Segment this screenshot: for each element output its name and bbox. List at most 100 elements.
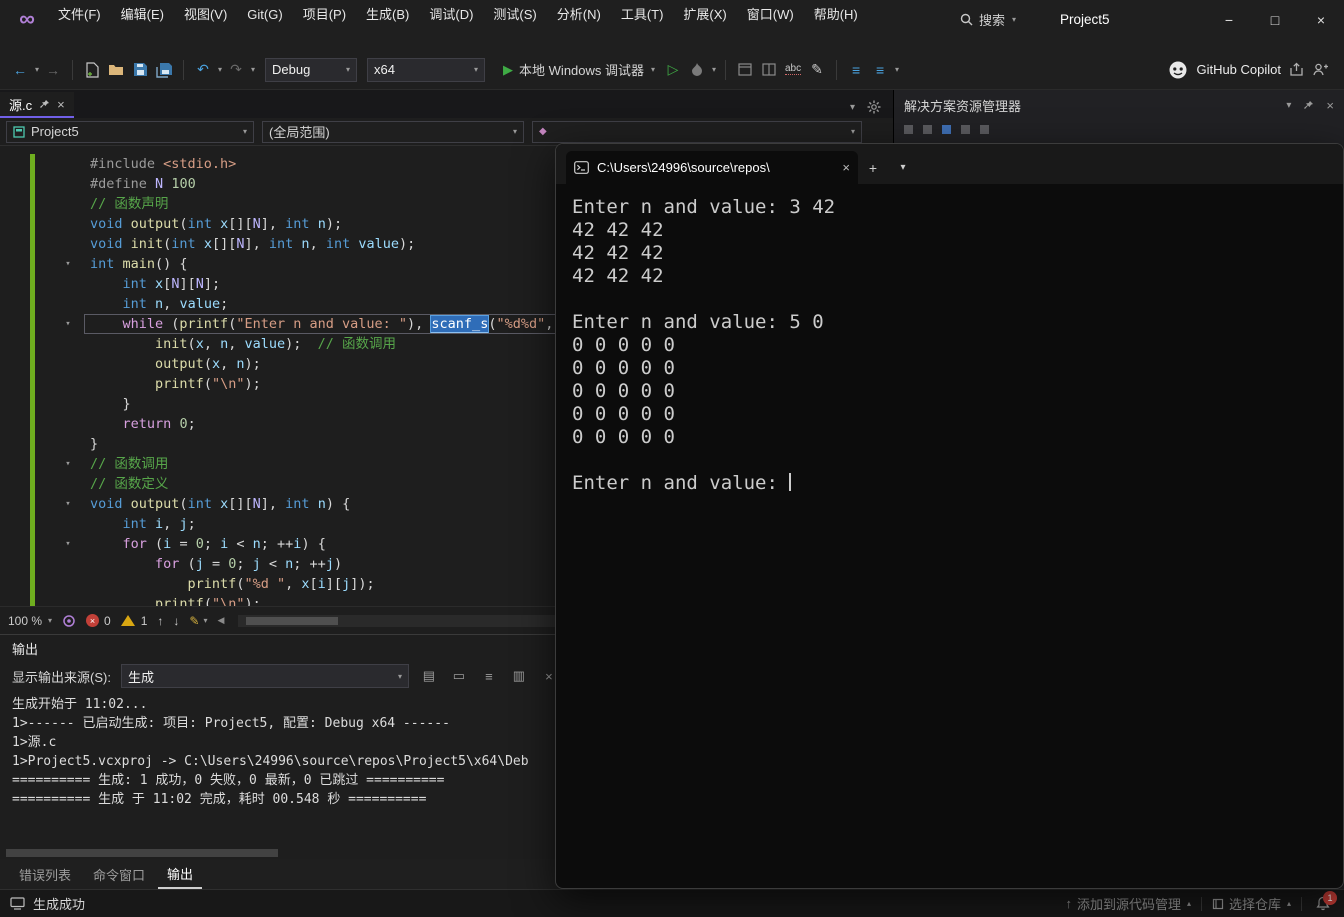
zoom-dropdown[interactable]: 100 % ▾ [8, 614, 52, 628]
minimize-button[interactable]: − [1206, 0, 1252, 40]
chevron-down-icon[interactable]: ▾ [35, 65, 39, 74]
decrease-indent-button[interactable]: ≡ [846, 58, 866, 82]
menu-item-6[interactable]: 生成(B) [356, 2, 419, 27]
explorer-toolbar-icon[interactable] [904, 124, 913, 134]
status-bar-right: ↑ 添加到源代码管理 ▴ 选择仓库 ▴ 1 [1065, 890, 1337, 915]
gear-icon[interactable] [867, 100, 881, 114]
prev-issue-button[interactable]: ↑ [157, 614, 163, 628]
hot-reload-button[interactable] [687, 58, 707, 82]
code-cleanup-button[interactable]: ✎ ▾ [189, 614, 207, 628]
new-tab-button[interactable]: + [858, 151, 888, 184]
select-repository-button[interactable]: 选择仓库 ▴ [1212, 894, 1291, 913]
console-tab[interactable]: C:\Users\24996\source\repos\ × [566, 151, 858, 184]
close-button[interactable]: × [1298, 0, 1344, 40]
columns-button[interactable] [759, 58, 779, 82]
fold-chevron-icon[interactable]: ▾ [60, 454, 76, 474]
solution-configuration-dropdown[interactable]: Debug ▾ [265, 57, 358, 82]
chevron-down-icon[interactable]: ▾ [895, 65, 899, 74]
hot-reload-flame-icon [692, 63, 703, 76]
fold-chevron-icon[interactable]: ▾ [60, 494, 76, 514]
chevron-down-icon[interactable]: ▾ [218, 65, 222, 74]
copilot-label[interactable]: GitHub Copilot [1196, 62, 1281, 77]
explorer-toolbar-icon[interactable] [980, 124, 989, 134]
panel-tab-输出[interactable]: 输出 [158, 860, 203, 889]
explorer-toolbar-icon[interactable] [923, 124, 932, 134]
scrollbar-thumb[interactable] [246, 616, 339, 625]
menu-item-10[interactable]: 工具(T) [611, 2, 674, 27]
panel-tab-错误列表[interactable]: 错误列表 [10, 861, 80, 888]
columns-icon [762, 63, 776, 76]
watch-window-button[interactable] [735, 58, 755, 82]
add-user-icon[interactable] [1312, 62, 1328, 77]
next-issue-button[interactable]: ↓ [173, 614, 179, 628]
explorer-toolbar-icon[interactable] [942, 124, 951, 134]
close-tab-icon[interactable]: × [57, 97, 65, 112]
menu-item-11[interactable]: 扩展(X) [673, 2, 736, 27]
navigate-forward-button[interactable]: → [43, 58, 63, 82]
debug-console-window[interactable]: C:\Users\24996\source\repos\ × + ▾ Enter… [555, 143, 1344, 889]
menu-item-3[interactable]: 视图(V) [174, 2, 237, 27]
menu-item-8[interactable]: 测试(S) [483, 2, 546, 27]
tab-list-chevron-icon[interactable]: ▾ [850, 102, 855, 113]
increase-indent-button[interactable]: ≡ [870, 58, 890, 82]
format-document-button[interactable]: ✎ [807, 58, 827, 82]
clear-output-icon[interactable]: ▭ [449, 668, 469, 684]
navigate-back-button[interactable]: ← [10, 58, 30, 82]
panel-tab-命令窗口[interactable]: 命令窗口 [84, 861, 154, 888]
menu-item-12[interactable]: 窗口(W) [737, 2, 804, 27]
code-token: 0 [179, 416, 188, 432]
menu-item-13[interactable]: 帮助(H) [804, 2, 868, 27]
menu-item-5[interactable]: 项目(P) [293, 2, 356, 27]
warning-indicator[interactable]: 1 [120, 614, 147, 628]
notifications-button[interactable]: 1 [1312, 890, 1337, 915]
fold-chevron-icon[interactable]: ▾ [60, 534, 76, 554]
start-debugging-button[interactable]: ▶ 本地 Windows 调试器 ▾ [499, 57, 659, 83]
open-folder-button[interactable] [106, 58, 126, 82]
menu-item-2[interactable]: 编辑(E) [111, 2, 174, 27]
word-wrap-icon[interactable]: ≡ [479, 669, 499, 684]
search-control[interactable]: 搜索 ▾ [952, 8, 1024, 31]
start-without-debugging-button[interactable]: ▷ [663, 58, 683, 82]
tab-dropdown-button[interactable]: ▾ [888, 151, 918, 184]
share-icon[interactable] [1289, 62, 1304, 77]
save-button[interactable] [130, 58, 150, 82]
scrollbar-thumb[interactable] [6, 849, 278, 857]
intellisense-status-icon[interactable] [62, 614, 76, 628]
chevron-down-icon[interactable]: ▾ [712, 65, 716, 74]
select-repository-label: 选择仓库 [1228, 897, 1281, 912]
console-title-bar[interactable]: C:\Users\24996\source\repos\ × + ▾ [556, 144, 1343, 184]
fold-chevron-icon[interactable]: ▾ [60, 314, 76, 334]
solution-platform-dropdown[interactable]: x64 ▾ [367, 57, 486, 82]
github-copilot-icon[interactable] [1168, 60, 1188, 80]
member-dropdown[interactable]: ◆ ▾ [532, 120, 862, 143]
add-to-source-control-button[interactable]: ↑ 添加到源代码管理 ▴ [1065, 894, 1191, 913]
chevron-down-icon[interactable]: ▾ [251, 65, 255, 74]
console-tab-close-icon[interactable]: × [842, 160, 850, 175]
menu-item-7[interactable]: 调试(D) [419, 2, 483, 27]
pin-icon[interactable] [39, 99, 50, 110]
maximize-button[interactable]: □ [1252, 0, 1298, 40]
scope-dropdown[interactable]: (全局范围) ▾ [262, 120, 524, 143]
fold-chevron-icon[interactable]: ▾ [60, 254, 76, 274]
scroll-left-icon[interactable]: ◀ [218, 615, 225, 626]
redo-button[interactable]: ↷ [226, 58, 246, 82]
menu-item-9[interactable]: 分析(N) [547, 2, 611, 27]
output-source-dropdown[interactable]: 生成 ▾ [120, 664, 409, 688]
pin-icon[interactable] [1303, 100, 1314, 111]
find-message-icon[interactable]: ▤ [419, 668, 439, 684]
save-all-button[interactable] [154, 58, 174, 82]
chevron-down-icon[interactable]: ▾ [1286, 100, 1291, 111]
spell-check-button[interactable]: abc [783, 58, 803, 82]
menu-item-4[interactable]: Git(G) [237, 2, 292, 27]
close-icon[interactable]: × [1326, 98, 1334, 113]
project-dropdown[interactable]: Project5 ▾ [6, 120, 254, 143]
console-output[interactable]: Enter n and value: 3 42 42 42 42 42 42 42 4… [556, 184, 1343, 888]
explorer-toolbar-icon[interactable] [961, 124, 970, 134]
document-tab-source-c[interactable]: 源.c × [0, 92, 74, 118]
menu-item-1[interactable]: 文件(F) [48, 2, 111, 27]
autoscroll-icon[interactable]: ▥ [509, 668, 529, 684]
new-file-button[interactable] [82, 58, 102, 82]
undo-button[interactable]: ↶ [193, 58, 213, 82]
error-indicator[interactable]: × 0 [86, 614, 111, 628]
